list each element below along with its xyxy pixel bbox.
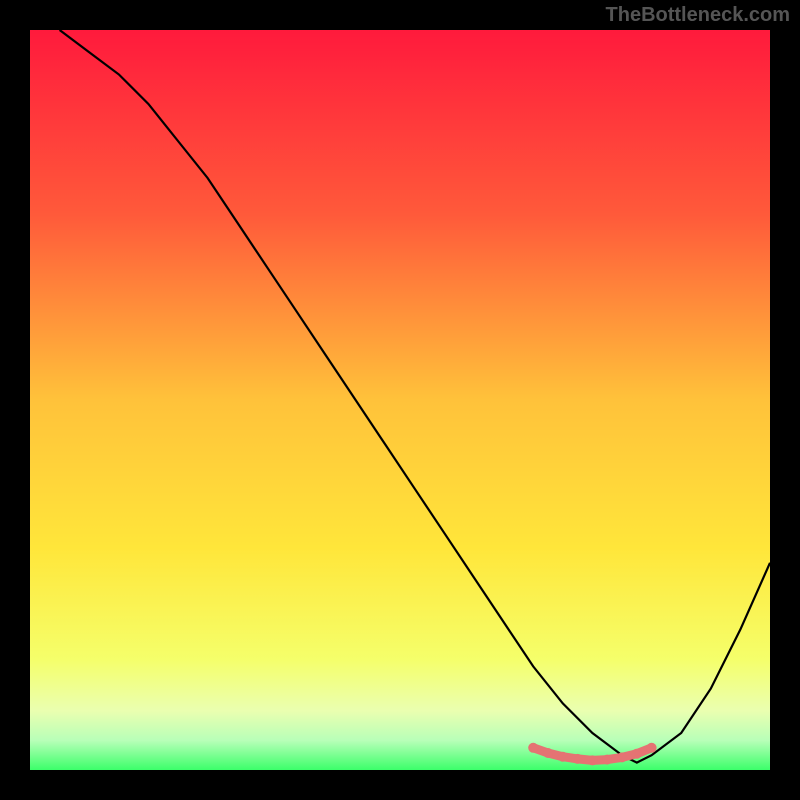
highlight-dot — [558, 752, 568, 762]
highlight-dot — [602, 755, 612, 765]
highlight-dot — [528, 743, 538, 753]
chart-svg — [30, 30, 770, 770]
highlight-dot — [573, 754, 583, 764]
highlight-dot — [647, 743, 657, 753]
highlight-dot — [543, 748, 553, 758]
highlight-dot — [587, 755, 597, 765]
highlight-dot — [617, 752, 627, 762]
watermark-text: TheBottleneck.com — [606, 4, 790, 27]
chart-container — [30, 30, 770, 770]
chart-background — [30, 30, 770, 770]
highlight-dot — [632, 749, 642, 759]
